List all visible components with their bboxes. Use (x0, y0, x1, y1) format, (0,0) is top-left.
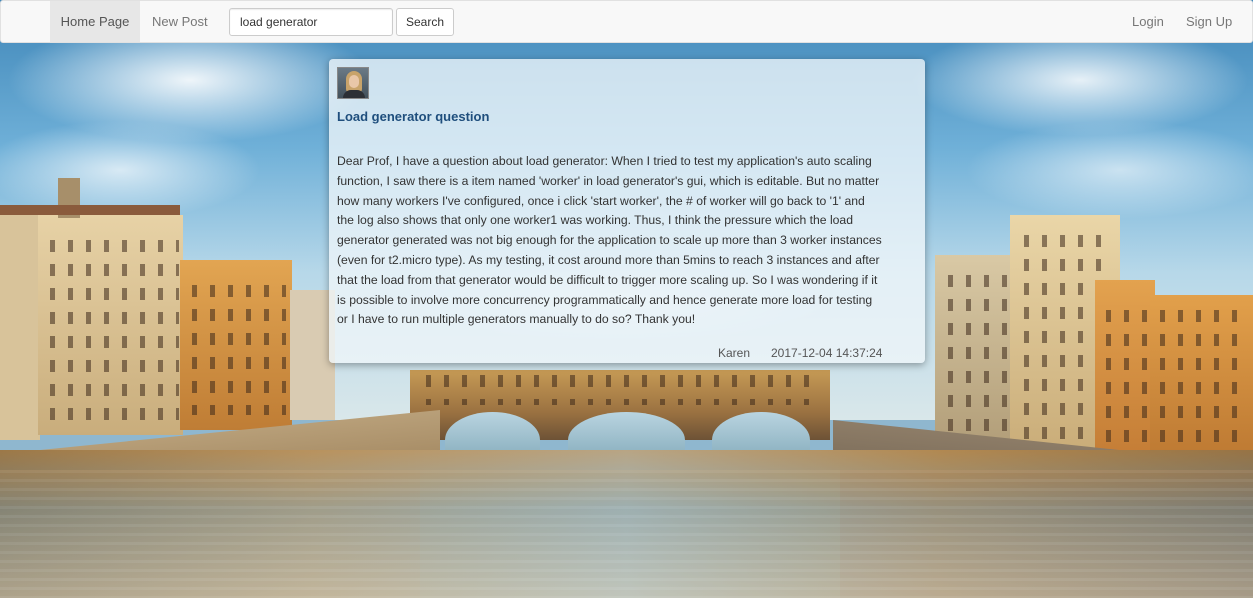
post-title[interactable]: Load generator question (337, 109, 897, 124)
reflection-right (840, 470, 1253, 598)
reflection-left (0, 470, 420, 598)
building-left-1 (0, 210, 40, 440)
post-card: Load generator question Dear Prof, I hav… (329, 59, 925, 363)
nav-signup-link[interactable]: Sign Up (1186, 1, 1232, 42)
search-button[interactable]: Search (396, 8, 454, 36)
post-timestamp: 2017-12-04 14:37:24 (771, 346, 883, 360)
reflection-center (420, 470, 840, 598)
nav-new-post-link[interactable]: New Post (152, 1, 208, 42)
avatar[interactable] (337, 67, 369, 99)
building-left-3-windows (186, 285, 286, 415)
avatar-face (349, 75, 359, 88)
nav-home-link[interactable]: Home Page (50, 1, 140, 42)
nav-login-link[interactable]: Login (1132, 1, 1164, 42)
rooftop-left (0, 205, 180, 215)
building-left-2-windows (44, 240, 179, 420)
post-author: Karen (718, 346, 751, 360)
post-body: Dear Prof, I have a question about load … (337, 154, 882, 327)
building-right-1-windows (942, 275, 1012, 435)
search-input[interactable] (229, 8, 393, 36)
bridge-windows (420, 375, 820, 405)
avatar-body (343, 90, 365, 98)
top-navbar: Home Page New Post Search Login Sign Up (0, 0, 1253, 43)
building-right-4-windows (1100, 310, 1250, 460)
